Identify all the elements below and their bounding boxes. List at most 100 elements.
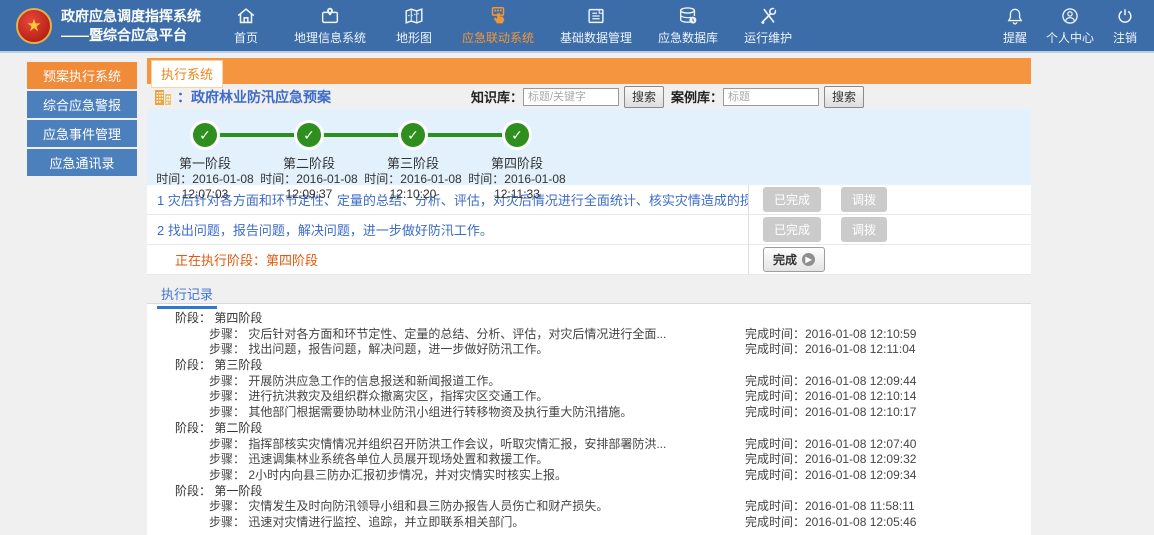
done-button[interactable]: 已完成 xyxy=(763,217,821,242)
step-text: 步骤： 灾情发生及时向防汛领导小组和县三防办报告人员伤亡和财产损失。 xyxy=(147,499,608,513)
step-stage-2: ✓ 第二阶段 时间：2016-01-08 12:09:37 xyxy=(257,120,361,202)
record-stage-row: 阶段： 第三阶段 xyxy=(147,356,1031,372)
step-stage-4: ✓ 第四阶段 时间：2016-01-08 12:11:33 xyxy=(465,120,569,202)
step-text: 步骤： 2小时内向县三防办汇报初步情况，并对灾情实时核实上报。 xyxy=(147,468,567,482)
record-step-row: 步骤： 找出问题，报告问题，解决问题，进一步做好防汛工作。 完成时间：2016-… xyxy=(147,340,1031,356)
stage-time-clock: 12:07:03 xyxy=(182,187,229,202)
sidebar-item-contacts[interactable]: 应急通讯录 xyxy=(27,149,137,176)
step-text: 步骤： 指挥部核实灾情情况并组织召开防洪工作会议，听取灾情汇报，安排部署防洪..… xyxy=(147,437,666,451)
nav-item-profile[interactable]: 个人中心 xyxy=(1046,5,1094,46)
finish-button-label: 完成 xyxy=(773,251,797,268)
step-text: 步骤： 迅速调集林业系统各单位人员展开现场处置和救援工作。 xyxy=(147,452,548,466)
case-search-button[interactable]: 搜索 xyxy=(824,86,864,108)
record-step-row: 步骤： 其他部门根据需要协助林业防汛小组进行转移物资及执行重大防汛措施。 完成时… xyxy=(147,403,1031,419)
record-step-row: 步骤： 迅速对灾情进行监控、追踪，并立即联系相关部门。 完成时间：2016-01… xyxy=(147,513,1031,529)
nav-item-base-data[interactable]: 基础数据管理 xyxy=(560,5,632,46)
task-actions: 完成 ▶ xyxy=(748,245,1031,274)
record-step-row: 步骤： 灾情发生及时向防汛领导小组和县三防办报告人员伤亡和财产损失。 完成时间：… xyxy=(147,497,1031,513)
stage-time-date: 时间：2016-01-08 xyxy=(260,172,357,187)
record-stage-row: 阶段： 第四阶段 xyxy=(147,309,1031,325)
completion-time: 完成时间：2016-01-08 12:05:46 xyxy=(745,513,916,530)
topbar: ★ 政府应急调度指挥系统 ——暨综合应急平台 首页 地理信息系统 xyxy=(0,0,1154,53)
nav-label: 应急联动系统 xyxy=(462,29,534,46)
completion-time: 完成时间：2016-01-08 12:10:59 xyxy=(745,325,916,342)
knowledge-search-input[interactable] xyxy=(523,88,619,106)
case-base-label: 案例库： xyxy=(671,87,723,106)
allocate-button[interactable]: 调拨 xyxy=(841,217,887,242)
record-step-row: 步骤： 灾后针对各方面和环节定性、定量的总结、分析、评估，对灾后情况进行全面..… xyxy=(147,325,1031,341)
nav-item-alerts[interactable]: 提醒 xyxy=(1000,5,1030,46)
nav-label: 首页 xyxy=(234,29,258,46)
sidebar-item-event-management[interactable]: 应急事件管理 xyxy=(27,120,137,147)
step-stage-1: ✓ 第一阶段 时间：2016-01-08 12:07:03 xyxy=(153,120,257,202)
check-icon: ✓ xyxy=(294,120,324,150)
nav-item-emergency-linkage[interactable]: 应急联动系统 xyxy=(462,5,534,46)
app-title-line1: 政府应急调度指挥系统 xyxy=(61,7,201,25)
step-text: 步骤： 进行抗洪救灾及组织群众撤离灾区，指挥灾区交通工作。 xyxy=(147,389,548,403)
search-area: 知识库： 搜索 案例库： 搜索 xyxy=(471,86,1031,108)
nav-item-database[interactable]: 应急数据库 xyxy=(658,5,718,46)
nav-item-terrain-map[interactable]: 地形图 xyxy=(392,5,436,46)
record-step-row: 步骤： 进行抗洪救灾及组织群众撤离灾区，指挥灾区交通工作。 完成时间：2016-… xyxy=(147,387,1031,403)
sidebar-item-label: 应急通讯录 xyxy=(49,153,114,172)
knowledge-search-button[interactable]: 搜索 xyxy=(624,86,664,108)
nav-label: 提醒 xyxy=(1003,29,1027,46)
nav-item-home[interactable]: 首页 xyxy=(224,5,268,46)
plan-title-row: ：政府林业防汛应急预案 知识库： 搜索 案例库： 搜索 xyxy=(147,85,1031,108)
stage-time-clock: 12:11:33 xyxy=(494,187,540,202)
completion-time: 完成时间：2016-01-08 12:09:34 xyxy=(745,466,916,483)
sidebar-item-emergency-alarm[interactable]: 综合应急警报 xyxy=(27,91,137,118)
app-title-line2: ——暨综合应急平台 xyxy=(61,26,201,44)
nav-label: 个人中心 xyxy=(1046,29,1094,46)
emergency-linkage-icon xyxy=(487,5,509,27)
user-nav: 提醒 个人中心 注销 xyxy=(1000,5,1154,46)
nav-item-geo-info[interactable]: 地理信息系统 xyxy=(294,5,366,46)
app-title: 政府应急调度指挥系统 ——暨综合应急平台 xyxy=(61,7,201,43)
record-stage-row: 阶段： 第二阶段 xyxy=(147,419,1031,435)
completion-time: 完成时间：2016-01-08 12:10:14 xyxy=(745,387,916,404)
main-nav: 首页 地理信息系统 地形图 应急联动系统 xyxy=(224,5,792,46)
case-search-input[interactable] xyxy=(723,88,819,106)
nav-label: 注销 xyxy=(1113,29,1137,46)
sidebar-item-label: 预案执行系统 xyxy=(43,66,121,85)
page: ★ 政府应急调度指挥系统 ——暨综合应急平台 首页 地理信息系统 xyxy=(0,0,1154,518)
record-step-row: 步骤： 2小时内向县三防办汇报初步情况，并对灾情实时核实上报。 完成时间：201… xyxy=(147,466,1031,482)
stage-time-clock: 12:09:37 xyxy=(286,187,333,202)
nav-label: 运行维护 xyxy=(744,29,792,46)
task-actions: 已完成 调拨 xyxy=(748,215,1031,244)
stage-name: 第四阶段 xyxy=(491,153,543,172)
sidebar-item-plan-execution[interactable]: 预案执行系统 xyxy=(27,62,137,89)
nav-label: 应急数据库 xyxy=(658,29,718,46)
execution-record-list: 阶段： 第四阶段 步骤： 灾后针对各方面和环节定性、定量的总结、分析、评估，对灾… xyxy=(147,304,1031,535)
stage-time-clock: 12:10:20 xyxy=(390,187,437,202)
national-emblem-logo: ★ xyxy=(16,8,52,44)
finish-button[interactable]: 完成 ▶ xyxy=(763,247,825,272)
terrain-map-icon xyxy=(403,5,425,27)
building-icon xyxy=(153,87,173,107)
play-icon: ▶ xyxy=(802,253,815,266)
step-text: 步骤： 其他部门根据需要协助林业防汛小组进行转移物资及执行重大防汛措施。 xyxy=(147,405,632,419)
geo-info-icon xyxy=(319,5,341,27)
stage-name: 第三阶段 xyxy=(387,153,439,172)
brand: ★ 政府应急调度指挥系统 ——暨综合应急平台 xyxy=(0,7,210,43)
completion-time: 完成时间：2016-01-08 11:58:11 xyxy=(745,497,915,514)
stage-name: 第二阶段 xyxy=(283,153,335,172)
sidebar-item-label: 综合应急警报 xyxy=(43,95,121,114)
record-step-row: 步骤： 迅速调集林业系统各单位人员展开现场处置和救援工作。 完成时间：2016-… xyxy=(147,450,1031,466)
completion-time: 完成时间：2016-01-08 12:09:44 xyxy=(745,372,916,389)
nav-label: 地理信息系统 xyxy=(294,29,366,46)
maintenance-icon xyxy=(757,5,779,27)
nav-item-maintenance[interactable]: 运行维护 xyxy=(744,5,792,46)
record-step-row: 步骤： 指挥部核实灾情情况并组织召开防洪工作会议，听取灾情汇报，安排部署防洪..… xyxy=(147,435,1031,451)
nav-label: 地形图 xyxy=(396,29,432,46)
knowledge-base-label: 知识库： xyxy=(471,87,523,106)
sidebar-item-label: 应急事件管理 xyxy=(43,124,121,143)
record-step-row: 步骤： 开展防洪应急工作的信息报送和新闻报道工作。 完成时间：2016-01-0… xyxy=(147,372,1031,388)
nav-item-logout[interactable]: 注销 xyxy=(1110,5,1140,46)
tab-execution-system[interactable]: 执行系统 xyxy=(151,60,223,88)
tab-execution-record[interactable]: 执行记录 xyxy=(157,282,217,309)
tab-bar: 执行系统 xyxy=(147,58,1031,84)
stage-time-date: 时间：2016-01-08 xyxy=(364,172,461,187)
completion-time: 完成时间：2016-01-08 12:09:32 xyxy=(745,450,916,467)
plan-title: ：政府林业防汛应急预案 xyxy=(177,87,331,107)
